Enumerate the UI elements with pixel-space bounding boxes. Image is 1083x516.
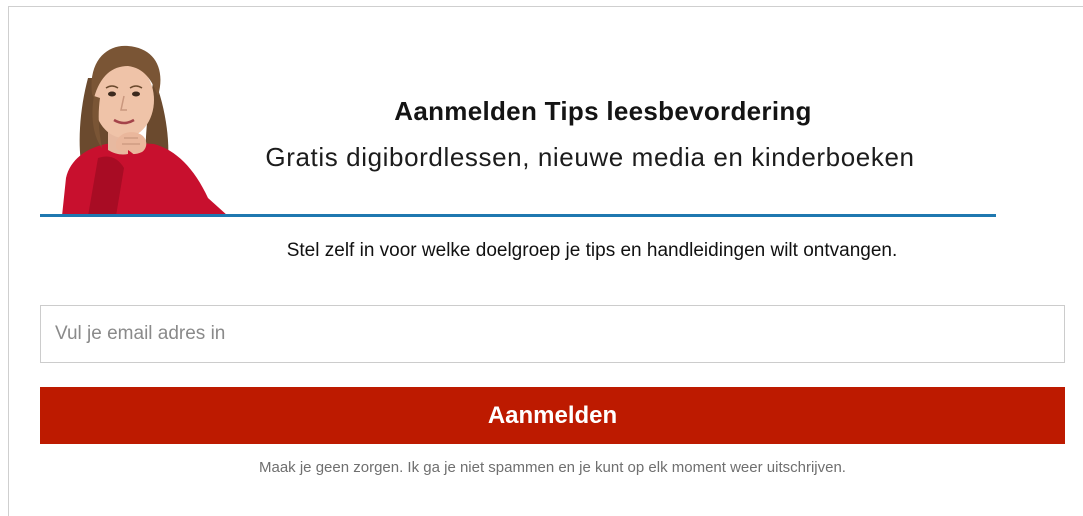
aanmelden-button[interactable]: Aanmelden [40,387,1065,444]
signup-subtitle: Gratis digibordlessen, nieuwe media en k… [265,142,915,172]
intro-text: Stel zelf in voor welke doelgroep je tip… [286,240,898,261]
author-portrait [58,38,230,216]
signup-title: Aanmelden Tips leesbevordering [394,96,812,126]
email-input[interactable] [40,305,1065,363]
header-divider [40,214,996,217]
disclaimer-text: Maak je geen zorgen. Ik ga je niet spamm… [259,459,846,476]
